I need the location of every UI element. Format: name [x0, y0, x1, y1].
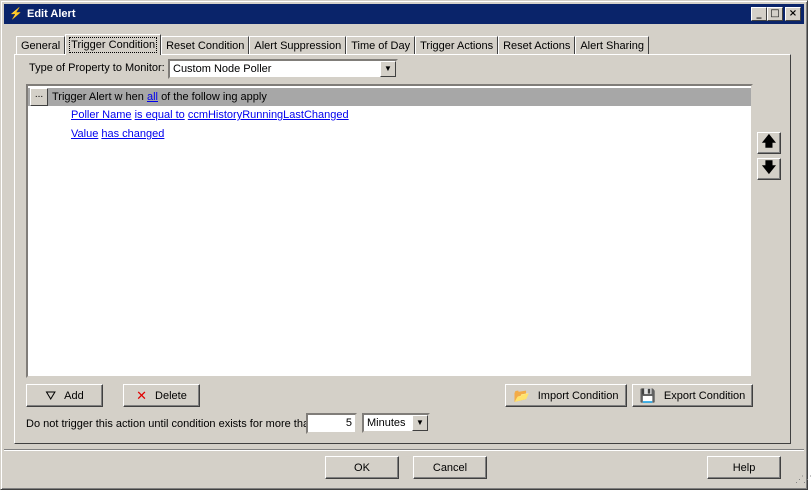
window-title: Edit Alert [27, 8, 76, 20]
condition-field-link[interactable]: Poller Name [71, 109, 132, 121]
trigger-delay-unit-value: Minutes [367, 417, 406, 429]
condition-tree: ... Trigger Alert w hen all of the follo… [26, 84, 753, 378]
minimize-button[interactable]: _ [751, 7, 767, 21]
tab-alert-suppression[interactable]: Alert Suppression [249, 36, 347, 55]
arrow-down-icon: 🡇 [761, 159, 777, 175]
close-button[interactable]: × [785, 7, 801, 21]
window-controls: _ □ × [751, 7, 801, 21]
title-bar[interactable]: ⚡ Edit Alert _ □ × [4, 4, 804, 24]
arrow-up-icon: 🡅 [761, 133, 777, 149]
tab-trigger-actions[interactable]: Trigger Actions [415, 36, 499, 55]
condition-operator-link[interactable]: is equal to [135, 109, 185, 121]
maximize-button[interactable]: □ [767, 7, 783, 21]
condition-field-link[interactable]: Value [71, 128, 98, 140]
add-condition-button[interactable]: ⛛ Add [26, 384, 103, 407]
tab-alert-sharing[interactable]: Alert Sharing [575, 36, 649, 55]
condition-group-text: Trigger Alert w hen all of the follow in… [52, 91, 267, 103]
condition-row: Poller Name is equal to ccmHistoryRunnin… [71, 109, 349, 121]
property-type-label: Type of Property to Monitor: [29, 62, 165, 74]
condition-operator-link[interactable]: has changed [101, 128, 164, 140]
condition-group-header: ... Trigger Alert w hen all of the follo… [28, 88, 751, 106]
property-type-value: Custom Node Poller [173, 63, 272, 75]
condition-row: Value has changed [71, 128, 164, 140]
app-icon: ⚡ [9, 8, 23, 20]
tab-general[interactable]: General [16, 36, 66, 55]
help-button[interactable]: Help [707, 456, 781, 479]
tab-time-of-day[interactable]: Time of Day [346, 36, 416, 55]
trigger-delay-unit-select[interactable]: Minutes ▼ [362, 413, 430, 433]
export-condition-button[interactable]: 💾 Export Condition [632, 384, 753, 407]
chevron-down-icon[interactable]: ▼ [412, 415, 428, 431]
move-up-button[interactable]: 🡅 [757, 132, 781, 154]
folder-open-icon: 📂 [513, 388, 530, 403]
footer-divider [4, 449, 804, 451]
resize-grip-icon[interactable]: ⋰⋰ [795, 475, 811, 489]
trigger-delay-label: Do not trigger this action until conditi… [26, 418, 316, 430]
tab-trigger-condition[interactable]: Trigger Condition [65, 34, 162, 55]
chevron-down-icon[interactable]: ▼ [380, 61, 396, 77]
add-filter-icon: ⛛ [45, 388, 57, 403]
tab-reset-condition[interactable]: Reset Condition [161, 36, 250, 55]
save-disk-icon: 💾 [639, 388, 656, 403]
tab-strip: General Trigger Condition Reset Conditio… [16, 34, 649, 55]
delete-condition-button[interactable]: ✕ Delete [123, 384, 200, 407]
cancel-button[interactable]: Cancel [413, 456, 487, 479]
condition-group-mode-link[interactable]: all [147, 91, 158, 103]
import-condition-button[interactable]: 📂 Import Condition [505, 384, 627, 407]
move-down-button[interactable]: 🡇 [757, 158, 781, 180]
condition-value-link[interactable]: ccmHistoryRunningLastChanged [188, 109, 349, 121]
property-type-select[interactable]: Custom Node Poller ▼ [168, 59, 398, 79]
ok-button[interactable]: OK [325, 456, 399, 479]
trigger-delay-input[interactable]: 5 [306, 413, 357, 434]
delete-x-icon: ✕ [136, 388, 148, 403]
tab-reset-actions[interactable]: Reset Actions [498, 36, 576, 55]
condition-group-menu-button[interactable]: ... [30, 88, 48, 106]
